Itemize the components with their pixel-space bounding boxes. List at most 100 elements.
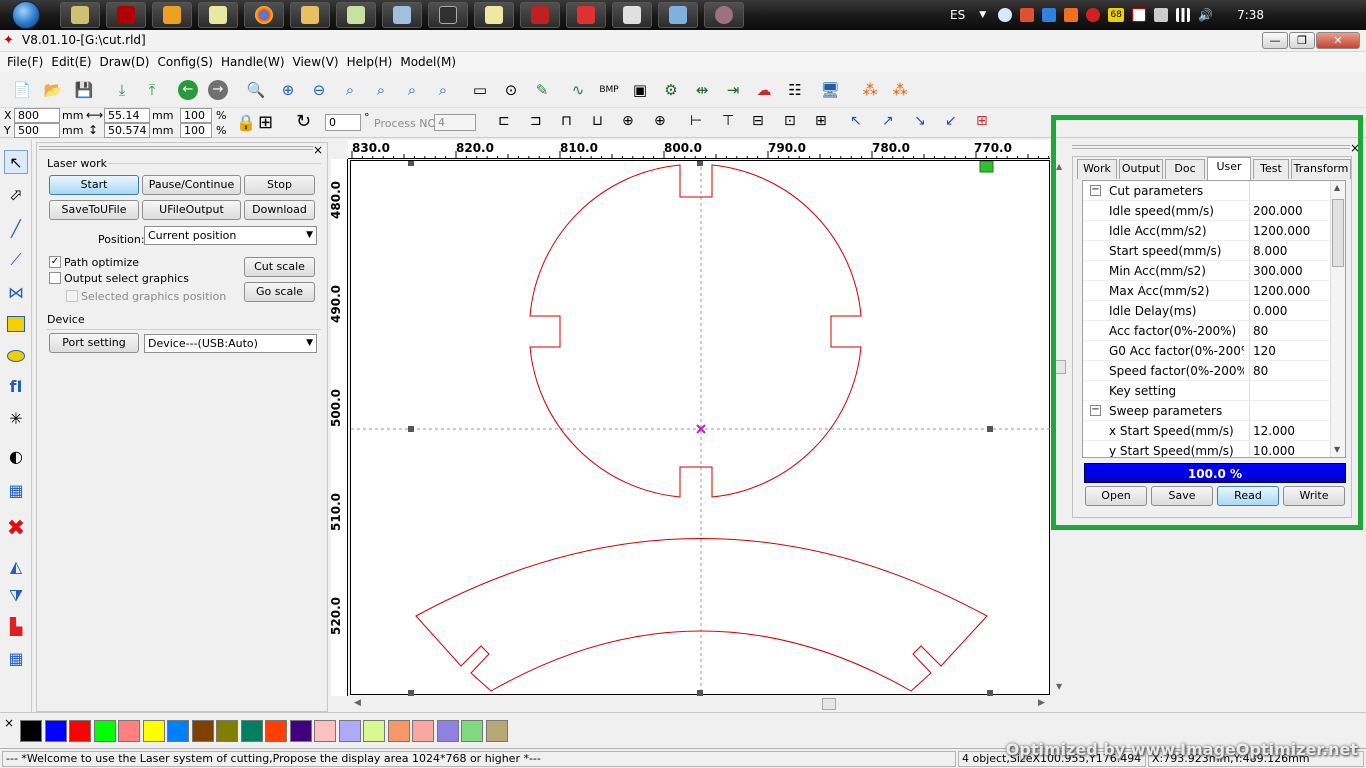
- move-topleft-icon[interactable]: ↖: [850, 113, 862, 129]
- mega-icon[interactable]: [1086, 8, 1101, 22]
- color-swatch[interactable]: [44, 720, 67, 742]
- pcb-app-icon[interactable]: [106, 2, 146, 28]
- color-swatch[interactable]: [289, 720, 312, 742]
- chrome-icon[interactable]: [244, 2, 284, 28]
- download-button[interactable]: Download: [244, 200, 315, 220]
- menu-view[interactable]: View(V): [289, 55, 343, 69]
- menu-handle[interactable]: Handle(W): [217, 55, 289, 69]
- zoom-in-icon[interactable]: ⊕: [276, 78, 300, 102]
- import-icon[interactable]: ⤓: [110, 78, 134, 102]
- explorer-icon[interactable]: [290, 2, 330, 28]
- output-select-checkbox[interactable]: [49, 272, 61, 284]
- grid-tool-icon[interactable]: ▦: [4, 478, 28, 502]
- height-lock-icon[interactable]: ↕: [88, 123, 98, 137]
- select-tool-icon[interactable]: ↖: [4, 150, 28, 174]
- path-optimize-checkbox[interactable]: ✓: [49, 256, 61, 268]
- center-page-icon[interactable]: ⊞: [815, 113, 827, 129]
- paint-app-icon[interactable]: [704, 2, 744, 28]
- color-swatch[interactable]: [412, 720, 434, 742]
- panel-grip[interactable]: [39, 146, 313, 150]
- network-tray-icon[interactable]: [1064, 8, 1079, 22]
- pan-zoom-icon[interactable]: ⌕: [431, 78, 455, 102]
- panel-close-icon[interactable]: ×: [313, 143, 323, 157]
- properties-icon[interactable]: ☷: [783, 78, 807, 102]
- signal-icon[interactable]: [1176, 8, 1191, 22]
- ufile-output-button[interactable]: UFileOutput: [142, 200, 241, 220]
- save-icon[interactable]: 💾: [72, 78, 96, 102]
- arc-part[interactable]: [415, 538, 988, 692]
- menu-help[interactable]: Help(H): [343, 55, 397, 69]
- distribute-h-icon[interactable]: ⊟: [752, 113, 764, 129]
- line-tool-icon[interactable]: ╱: [4, 216, 28, 240]
- flag-icon[interactable]: [1132, 8, 1147, 22]
- position-select[interactable]: Current position ▼: [144, 226, 317, 245]
- minimize-button[interactable]: —: [1262, 32, 1288, 49]
- align-left-icon[interactable]: ⊏: [498, 113, 510, 129]
- selection-handle[interactable]: [697, 161, 703, 166]
- lock-icon[interactable]: 🔒: [236, 113, 256, 132]
- select-rect-icon[interactable]: ▭: [468, 78, 492, 102]
- color-swatch[interactable]: [240, 720, 263, 742]
- color-swatch[interactable]: [20, 720, 42, 742]
- width-field[interactable]: 55.14: [104, 108, 150, 123]
- port-setting-button[interactable]: Port setting: [49, 333, 139, 353]
- color-swatch[interactable]: [314, 720, 336, 742]
- color-swatch[interactable]: [69, 720, 91, 742]
- move-bottomright-icon[interactable]: ↘: [914, 113, 926, 129]
- zoom-page-icon[interactable]: ⌕: [338, 78, 362, 102]
- align-center-v-icon[interactable]: ⊕: [654, 113, 666, 129]
- align-center-h-icon[interactable]: ⊕: [622, 113, 634, 129]
- notepad-plus-icon[interactable]: [198, 2, 238, 28]
- mirror-v-icon[interactable]: ⧩: [4, 584, 28, 608]
- cloud-icon[interactable]: [998, 8, 1013, 22]
- color-swatch[interactable]: [363, 720, 385, 742]
- scroll-down-icon[interactable]: ▼: [1056, 682, 1062, 691]
- rotate-icon[interactable]: ↻: [296, 111, 311, 132]
- save-to-ufile-button[interactable]: SaveToUFile: [49, 200, 139, 220]
- scroll-right-icon[interactable]: ▶: [1038, 698, 1045, 708]
- menu-draw[interactable]: Draw(D): [96, 55, 154, 69]
- distribute-v-icon[interactable]: ⊡: [784, 113, 796, 129]
- height-field[interactable]: 50.574: [104, 123, 150, 138]
- redo-icon[interactable]: →: [206, 78, 230, 102]
- align-bottom-icon[interactable]: ⊔: [592, 113, 603, 129]
- zoom-out-icon[interactable]: ⊖: [307, 78, 331, 102]
- laser-app-icon[interactable]: [566, 2, 606, 28]
- color-swatch[interactable]: [167, 720, 189, 742]
- color-swatch[interactable]: [265, 720, 287, 742]
- align-h-icon[interactable]: ⇹: [690, 78, 714, 102]
- color-swatch[interactable]: [485, 720, 508, 742]
- origin-marker[interactable]: [979, 160, 994, 173]
- point-tool-icon[interactable]: ✳: [4, 406, 28, 430]
- menu-file[interactable]: File(F): [3, 55, 47, 69]
- zoom-icon[interactable]: 🔍: [244, 78, 268, 102]
- y-position-field[interactable]: 500: [14, 123, 60, 138]
- color-swatch[interactable]: [191, 720, 214, 742]
- polyline-tool-icon[interactable]: ⟋: [4, 248, 28, 272]
- color-swatch[interactable]: [93, 720, 116, 742]
- app-tray-icon[interactable]: [1020, 8, 1035, 22]
- laser-head-icon[interactable]: ☁: [752, 78, 776, 102]
- array-icon[interactable]: ▣: [628, 78, 652, 102]
- align-right-icon[interactable]: ⇥: [721, 78, 745, 102]
- scroll-left-icon[interactable]: ◀: [354, 698, 361, 708]
- curve-edit-icon[interactable]: ✎: [530, 78, 554, 102]
- smooth-curve-icon[interactable]: ∿: [566, 78, 590, 102]
- x-position-field[interactable]: 800: [14, 108, 60, 123]
- go-scale-button[interactable]: Go scale: [244, 282, 315, 302]
- color-swatch[interactable]: [216, 720, 238, 742]
- bitmap-icon[interactable]: BMP: [597, 78, 621, 102]
- scale-y-field[interactable]: 100: [180, 123, 212, 138]
- array-tool-icon[interactable]: ▦: [4, 646, 28, 670]
- device-select[interactable]: Device---(USB:Auto) ▼: [144, 334, 317, 353]
- undo-icon[interactable]: ←: [176, 78, 200, 102]
- menu-edit[interactable]: Edit(E): [47, 55, 95, 69]
- color-swatch[interactable]: [461, 720, 483, 742]
- fill-tool-icon[interactable]: ▙: [4, 614, 28, 638]
- device-icon[interactable]: [1154, 8, 1169, 22]
- scroll-thumb[interactable]: [822, 698, 836, 710]
- document-icon[interactable]: [382, 2, 422, 28]
- stop-button[interactable]: Stop: [244, 175, 315, 195]
- color-swatch[interactable]: [387, 720, 410, 742]
- camera-tool-icon[interactable]: ◐: [4, 444, 28, 468]
